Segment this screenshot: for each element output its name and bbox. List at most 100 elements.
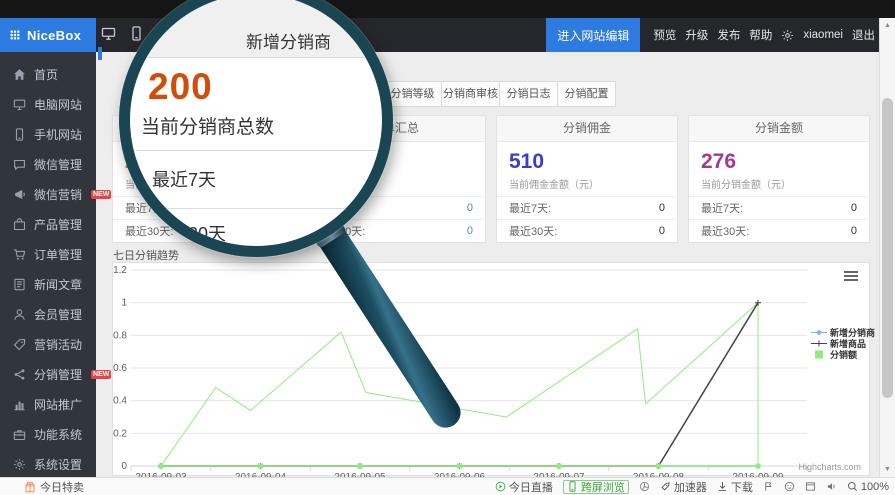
legend-item-2[interactable]: 分销额 — [811, 349, 875, 360]
sidebar-item-label: 会员管理 — [34, 306, 82, 323]
rocket-icon — [660, 481, 671, 492]
card-row: 最近7天:0 — [497, 196, 677, 219]
scroll-down-arrow[interactable]: ▼ — [880, 462, 895, 477]
logo[interactable]: NiceBox — [0, 18, 96, 52]
status-smiley-button[interactable] — [784, 481, 795, 492]
new-badge: NEW — [91, 190, 111, 199]
desktop-preview-icon[interactable] — [101, 26, 116, 41]
window-icon — [805, 481, 816, 492]
sidebar-item-label: 电脑网站 — [34, 96, 82, 113]
card-row-value[interactable]: 0 — [467, 225, 473, 237]
card-row: 最近30天:0 — [689, 219, 869, 242]
card-value-label: 当前佣金金额（元） — [509, 176, 665, 191]
magnified-card-title: 新增分销商 — [246, 28, 331, 53]
phone-icon — [567, 481, 578, 492]
scrollbar[interactable]: ▲ ▼ — [879, 18, 895, 477]
wheel-icon — [639, 481, 650, 492]
tab-4[interactable]: 分销配置 — [557, 81, 616, 107]
sidebar-item-news[interactable]: 新闻文章 — [0, 269, 96, 299]
card-title: 分销佣金 — [497, 116, 677, 142]
status-special-label: 今日特卖 — [40, 479, 84, 495]
sidebar-item-label: 首页 — [34, 66, 58, 83]
status-special-sale[interactable]: 今日特卖 — [24, 479, 84, 495]
magnified-card-label: 当前分销商总数 — [141, 112, 274, 139]
status-speaker-button[interactable] — [826, 481, 837, 492]
scroll-thumb[interactable] — [882, 98, 893, 398]
status-rocket-button[interactable]: 加速器 — [660, 479, 707, 495]
logo-text: NiceBox — [27, 28, 81, 43]
sidebar-item-monitor[interactable]: 电脑网站 — [0, 89, 96, 119]
magnified-separator — [130, 208, 382, 209]
sidebar-item-label: 微信管理 — [34, 156, 82, 173]
card-row-key: 最近7天: — [701, 200, 743, 216]
sidebar-item-wechat[interactable]: 微信管理 — [0, 149, 96, 179]
magnified-row-30days: 最近30天 — [152, 220, 226, 246]
card-row-key: 最近30天: — [509, 223, 557, 239]
stat-card-2: 分销佣金 510 当前佣金金额（元） 最近7天:0 最近30天: 0 — [496, 115, 678, 243]
sidebar-item-cart[interactable]: 订单管理 — [0, 239, 96, 269]
topbar-menu-2[interactable]: 发布 — [717, 27, 740, 43]
gift-icon — [24, 481, 36, 493]
sidebar-item-label: 微信营销 — [34, 186, 82, 203]
topbar-menu-0[interactable]: 预览 — [653, 27, 676, 43]
scroll-up-arrow[interactable]: ▲ — [880, 18, 895, 33]
status-download-button[interactable]: 下载 — [717, 479, 753, 495]
sidebar-item-megaphone[interactable]: 微信营销NEW — [0, 179, 96, 209]
svg-text:1: 1 — [121, 298, 127, 309]
card-title: 分销金额 — [689, 116, 869, 142]
card-row-value[interactable]: 0 — [467, 202, 473, 214]
sidebar-item-toolbox[interactable]: 功能系统 — [0, 419, 96, 449]
product-icon — [13, 218, 26, 231]
topbar-menu-3[interactable]: 帮助 — [749, 27, 772, 43]
status-play-button[interactable]: 今日直播 — [495, 479, 553, 495]
sidebar: 首页电脑网站手机网站微信管理微信营销NEW 产品管理订单管理新闻文章会员管理营销活… — [0, 52, 96, 477]
card-value: 510 — [509, 150, 665, 174]
card-row-value: 0 — [851, 202, 857, 214]
highcharts-credit[interactable]: Highcharts.com — [798, 462, 861, 472]
tab-3[interactable]: 分销日志 — [499, 81, 558, 107]
sidebar-item-member[interactable]: 会员管理 — [0, 299, 96, 329]
status-magnifier-button[interactable]: 100% — [847, 481, 889, 493]
sidebar-item-label: 订单管理 — [34, 246, 82, 263]
status-phone-button[interactable]: 跨屏浏览 — [563, 480, 629, 494]
svg-text:0.4: 0.4 — [113, 396, 127, 407]
sidebar-item-phone[interactable]: 手机网站 — [0, 119, 96, 149]
settings-gear-icon[interactable] — [781, 29, 794, 42]
play-icon — [495, 481, 506, 492]
sidebar-item-label: 产品管理 — [34, 216, 82, 233]
card-row: 最近30天: 0 — [497, 219, 677, 242]
status-right-tools: 今日直播跨屏浏览 加速器下载 100% — [495, 479, 889, 495]
sidebar-item-label: 功能系统 — [34, 426, 82, 443]
grid-icon — [9, 29, 21, 41]
sidebar-item-bars[interactable]: 网站推广 — [0, 389, 96, 419]
sidebar-item-label: 网站推广 — [34, 396, 82, 413]
logout-button[interactable]: 退出 — [852, 27, 875, 43]
home-icon — [13, 68, 26, 81]
news-icon — [13, 278, 26, 291]
sidebar-item-tag[interactable]: 营销活动 — [0, 329, 96, 359]
sidebar-item-product[interactable]: 产品管理 — [0, 209, 96, 239]
sidebar-item-home[interactable]: 首页 — [0, 59, 96, 89]
topbar-menu-1[interactable]: 升级 — [685, 27, 708, 43]
legend-marker — [811, 350, 827, 359]
username[interactable]: xiaomei — [803, 29, 843, 41]
card-row-value: 0 — [659, 225, 665, 237]
sidebar-item-chart[interactable]: 分销管理NEW — [0, 359, 96, 389]
chart-menu-icon[interactable] — [844, 271, 858, 283]
new-badge: NEW — [91, 370, 111, 379]
sidebar-item-gear[interactable]: 系统设置 — [0, 449, 96, 479]
status-wheel-button[interactable] — [639, 481, 650, 492]
enter-site-edit-button[interactable]: 进入网站编辑 — [546, 18, 640, 52]
status-bar: 今日特卖 今日直播跨屏浏览 加速器下载 100% — [0, 477, 895, 495]
wechat-icon — [13, 158, 26, 171]
sidebar-item-label: 营销活动 — [34, 336, 82, 353]
card-row-value: 0 — [659, 202, 665, 214]
phone-icon — [13, 128, 26, 141]
tab-2[interactable]: 分销商审核 — [441, 81, 500, 107]
sidebar-item-label: 分销管理 — [34, 366, 82, 383]
topbar-right: 进入网站编辑 预览升级发布帮助 xiaomei 退出 — [546, 18, 875, 52]
status-window-button[interactable] — [805, 481, 816, 492]
magnified-separator — [130, 150, 382, 151]
status-flag-button[interactable] — [763, 481, 774, 492]
card-row-value: 0 — [851, 225, 857, 237]
